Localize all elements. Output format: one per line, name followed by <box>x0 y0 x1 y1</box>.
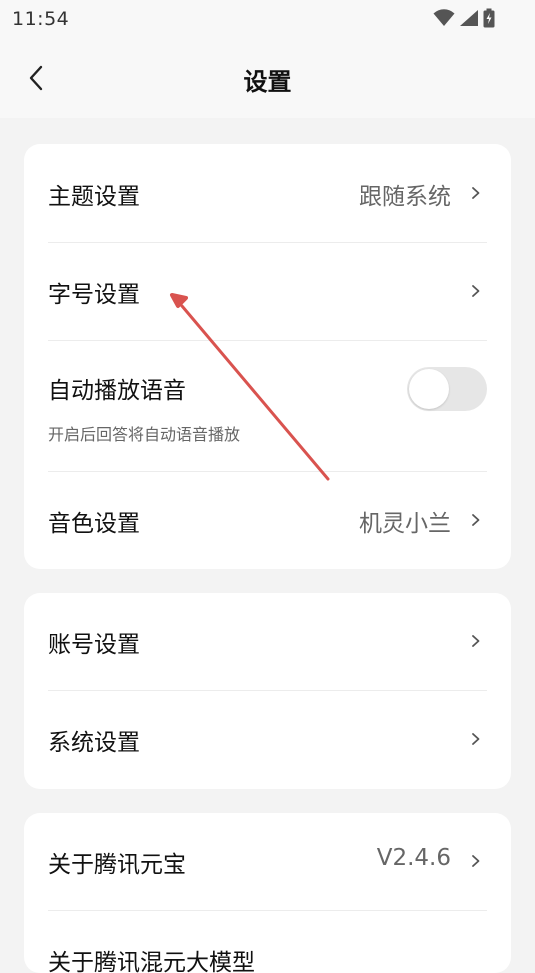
system-setting-label: 系统设置 <box>48 730 140 756</box>
battery-icon <box>483 8 495 28</box>
chevron-right-icon <box>472 285 480 297</box>
chevron-right-icon <box>472 733 480 745</box>
app-version-value: V2.4.6 <box>376 845 451 871</box>
about-app-row[interactable]: 关于腾讯元宝 V2.4.6 <box>48 813 487 910</box>
status-icons <box>433 7 495 29</box>
status-bar: 11:54 <box>0 0 535 38</box>
status-time: 11:54 <box>12 8 70 30</box>
about-model-label: 关于腾讯混元大模型 <box>48 950 255 973</box>
chevron-right-icon <box>472 514 480 526</box>
theme-setting-value: 跟随系统 <box>359 184 451 210</box>
auto-play-voice-row: 自动播放语音 开启后回答将自动语音播放 <box>48 341 487 471</box>
voice-setting-row[interactable]: 音色设置 机灵小兰 <box>48 472 487 569</box>
system-setting-row[interactable]: 系统设置 <box>48 691 487 789</box>
header: 设置 <box>0 38 535 118</box>
settings-card-account: 账号设置 系统设置 <box>24 593 511 789</box>
about-model-row[interactable]: 关于腾讯混元大模型 <box>48 911 487 973</box>
auto-play-voice-subtitle: 开启后回答将自动语音播放 <box>48 425 241 444</box>
about-app-label: 关于腾讯元宝 <box>48 852 186 878</box>
settings-card-about: 关于腾讯元宝 V2.4.6 关于腾讯混元大模型 <box>24 813 511 973</box>
chevron-right-icon <box>472 635 480 647</box>
chevron-right-icon <box>472 187 480 199</box>
font-size-setting-label: 字号设置 <box>48 282 140 308</box>
account-setting-row[interactable]: 账号设置 <box>48 593 487 690</box>
toggle-knob <box>409 369 449 409</box>
font-size-setting-row[interactable]: 字号设置 <box>48 243 487 341</box>
auto-play-voice-label: 自动播放语音 <box>48 378 186 404</box>
page-title: 设置 <box>243 68 292 96</box>
auto-play-voice-toggle[interactable] <box>407 367 487 411</box>
theme-setting-row[interactable]: 主题设置 跟随系统 <box>48 144 487 242</box>
chevron-right-icon <box>472 855 480 867</box>
theme-setting-label: 主题设置 <box>48 184 140 210</box>
account-setting-label: 账号设置 <box>48 632 140 658</box>
voice-setting-value: 机灵小兰 <box>359 511 451 537</box>
wifi-icon <box>433 9 455 26</box>
cellular-signal-icon <box>460 10 478 26</box>
voice-setting-label: 音色设置 <box>48 511 140 537</box>
settings-card-display: 主题设置 跟随系统 字号设置 自动播放语音 开启后回答将自动语音播放 音色设置 … <box>24 144 511 569</box>
